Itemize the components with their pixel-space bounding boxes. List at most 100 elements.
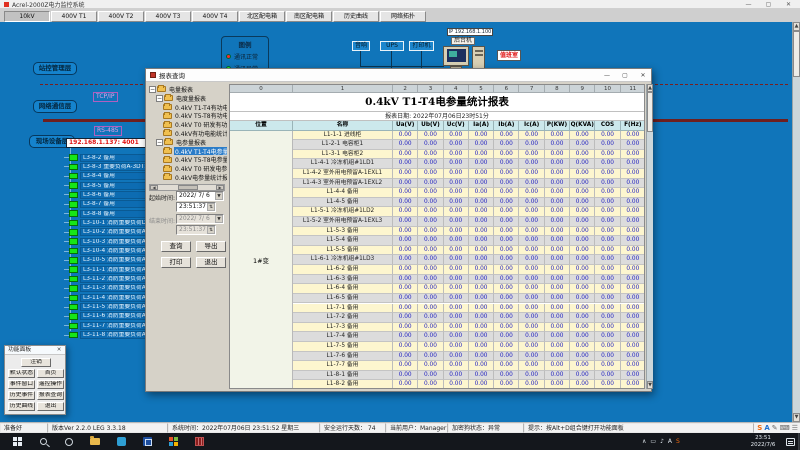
export-button[interactable]: 导出 bbox=[196, 241, 226, 252]
app-tiles-icon[interactable] bbox=[162, 436, 184, 447]
tab-网络拓扑[interactable]: 网络拓扑 bbox=[380, 11, 426, 22]
device-row[interactable]: L3-8-3 重要负荷A-3DT1 bbox=[64, 162, 156, 171]
tree-item[interactable]: −电度量报表 bbox=[149, 94, 227, 103]
device-row[interactable]: L3-8-8 备用 bbox=[64, 209, 156, 218]
device-row[interactable]: L3-8-2 备用 bbox=[64, 153, 156, 162]
tab-400V T4[interactable]: 400V T4 bbox=[192, 11, 238, 22]
device-row[interactable]: L3-11-5 消防重要负荷A- bbox=[64, 303, 156, 312]
cortana-icon[interactable] bbox=[58, 436, 80, 447]
tree-item[interactable]: 0.4kV T5-T8有功电能统计 bbox=[149, 111, 227, 120]
sogou-logo-icon[interactable]: S bbox=[757, 424, 762, 433]
spinner-icon[interactable]: ⇅ bbox=[207, 203, 215, 211]
app-blue-icon[interactable] bbox=[136, 436, 158, 447]
sogou-tray-icon[interactable]: S bbox=[676, 438, 680, 445]
dropdown-icon[interactable]: ▼ bbox=[215, 192, 223, 200]
tree-item[interactable]: 0.4kV T0 研发电参量统计 bbox=[149, 164, 227, 173]
table-scrollbar[interactable]: ▲ ▼ bbox=[646, 84, 653, 389]
tree-item[interactable]: 0.4kV T5-T8电参量统计 bbox=[149, 155, 227, 164]
toolbox-icon[interactable]: ☰ bbox=[792, 424, 798, 433]
scroll-down-icon[interactable]: ▼ bbox=[647, 381, 653, 389]
scroll-right-icon[interactable]: ▶ bbox=[216, 185, 224, 190]
tree-hscrollbar-thumb[interactable] bbox=[178, 185, 198, 190]
app-chat-icon[interactable] bbox=[110, 436, 132, 447]
query-button[interactable]: 查询 bbox=[161, 241, 191, 252]
keyboard-icon[interactable]: ⌨ bbox=[780, 424, 790, 433]
tree-expander-icon[interactable]: − bbox=[149, 86, 156, 93]
ime-mode-icon[interactable]: A bbox=[764, 424, 769, 433]
print-button[interactable]: 打印 bbox=[161, 257, 191, 268]
tab-北区配电箱[interactable]: 北区配电箱 bbox=[239, 11, 285, 22]
speaker-icon[interactable]: ♪ bbox=[660, 438, 664, 445]
tree-expander-icon[interactable]: − bbox=[156, 95, 163, 102]
scroll-up-icon[interactable]: ▲ bbox=[793, 22, 800, 31]
taskbar-clock[interactable]: 23:51 2022/7/6 bbox=[744, 435, 782, 448]
action-center-icon[interactable] bbox=[786, 438, 795, 446]
tab-400V T3[interactable]: 400V T3 bbox=[145, 11, 191, 22]
start-date-select[interactable]: 2022/ 7/ 6▼ bbox=[176, 191, 224, 201]
device-row[interactable]: L3-11-4 消防重要负荷A- bbox=[64, 293, 156, 302]
hidden-icons-chevron[interactable]: ∧ bbox=[642, 438, 646, 445]
device-row[interactable]: L3-8-6 备用 bbox=[64, 190, 156, 199]
minimize-icon[interactable]: — bbox=[740, 0, 757, 9]
main-scrollbar-thumb[interactable] bbox=[793, 31, 800, 77]
device-row[interactable]: L3-10-4 消防重要负荷A- bbox=[64, 247, 156, 256]
device-row[interactable]: L3-10-1 消防重要负荷DCS-A bbox=[64, 218, 156, 227]
history-events-button[interactable]: 历史事件 bbox=[8, 391, 35, 400]
device-row[interactable]: L3-11-8 消防重要负荷A- bbox=[64, 331, 156, 340]
tree-hscrollbar[interactable]: ◀ ▶ bbox=[149, 184, 225, 191]
remote-control-button[interactable]: 遥控操作 bbox=[37, 380, 64, 389]
device-row[interactable]: L3-8-5 备用 bbox=[64, 181, 156, 190]
start-icon[interactable] bbox=[6, 436, 28, 447]
event-window-button[interactable]: 事件窗口 bbox=[8, 380, 35, 389]
report-query-button[interactable]: 报表查询 bbox=[37, 391, 64, 400]
tree-item[interactable]: 0.4kV T0 研发有功电能统计 bbox=[149, 120, 227, 129]
tab-历史曲线[interactable]: 历史曲线 bbox=[333, 11, 379, 22]
dialog-maximize-icon[interactable]: ▢ bbox=[617, 70, 633, 81]
tree-item[interactable]: −电量报表 bbox=[149, 85, 227, 94]
device-row[interactable]: L3-11-6 消防重要负荷A- bbox=[64, 312, 156, 321]
function-panel-close-icon[interactable]: ✕ bbox=[54, 346, 64, 355]
tab-400V T1[interactable]: 400V T1 bbox=[51, 11, 97, 22]
device-row[interactable]: L3-8-4 备用 bbox=[64, 172, 156, 181]
file-explorer-icon[interactable] bbox=[84, 436, 106, 447]
search-icon[interactable] bbox=[32, 436, 54, 447]
device-row[interactable]: L3-11-3 消防重要负荷A- bbox=[64, 284, 156, 293]
tree-item[interactable]: 0.4kV T1-T4有功电能统计 bbox=[149, 103, 227, 112]
scroll-down-icon[interactable]: ▼ bbox=[793, 413, 800, 422]
maximize-icon[interactable]: ▢ bbox=[760, 0, 777, 9]
app-red-icon[interactable] bbox=[188, 436, 210, 447]
device-row[interactable]: L3-11-7 消防重要负荷A- bbox=[64, 321, 156, 330]
tree-item[interactable]: 0.4kV T1-T4电参量统计 bbox=[149, 147, 227, 156]
tree-item[interactable]: 0.4kV电参量统计报表 bbox=[149, 173, 227, 182]
tree-expander-icon[interactable]: − bbox=[156, 139, 163, 146]
ime-lang-icon[interactable]: A bbox=[668, 438, 672, 445]
device-row[interactable]: L3-10-2 消防重要负荷A- bbox=[64, 228, 156, 237]
scroll-up-icon[interactable]: ▲ bbox=[647, 84, 653, 92]
device-row[interactable]: L3-8-7 备用 bbox=[64, 200, 156, 209]
tab-400V T2[interactable]: 400V T2 bbox=[98, 11, 144, 22]
close-icon[interactable]: ✕ bbox=[780, 0, 797, 9]
value-cell: 0.00 bbox=[519, 275, 544, 285]
history-curves-button[interactable]: 历史曲线 bbox=[8, 402, 35, 411]
tree-item[interactable]: 0.4kV有功电能统计报表 bbox=[149, 129, 227, 138]
main-scrollbar[interactable]: ▲ ▼ bbox=[792, 22, 800, 422]
pen-icon[interactable]: ✎ bbox=[772, 424, 778, 433]
logout-button[interactable]: 注销 bbox=[21, 358, 51, 367]
default-state-button[interactable]: 默认状态 bbox=[8, 369, 35, 378]
device-row[interactable]: L3-10-5 消防重要负荷A- bbox=[64, 256, 156, 265]
dialog-close-icon[interactable]: ✕ bbox=[635, 70, 651, 81]
home-button[interactable]: 首页 bbox=[37, 369, 64, 378]
device-row[interactable]: L3-11-1 消防重要负荷A- bbox=[64, 265, 156, 274]
quit-button[interactable]: 退出 bbox=[37, 402, 64, 411]
touch-keyboard-icon[interactable]: ▭ bbox=[650, 438, 656, 445]
scroll-left-icon[interactable]: ◀ bbox=[150, 185, 158, 190]
tree-item[interactable]: −电参量报表 bbox=[149, 138, 227, 147]
device-row[interactable]: L3-11-2 消防重要负荷A- bbox=[64, 275, 156, 284]
exit-button[interactable]: 退出 bbox=[196, 257, 226, 268]
tab-10kV[interactable]: 10kV bbox=[4, 11, 50, 22]
table-scrollbar-thumb[interactable] bbox=[647, 92, 653, 132]
tab-南区配电箱[interactable]: 南区配电箱 bbox=[286, 11, 332, 22]
device-row[interactable]: L3-10-3 消防重要负荷A- bbox=[64, 237, 156, 246]
start-time-spinner[interactable]: 23:51:37⇅ bbox=[176, 202, 216, 212]
dialog-minimize-icon[interactable]: — bbox=[599, 70, 615, 81]
